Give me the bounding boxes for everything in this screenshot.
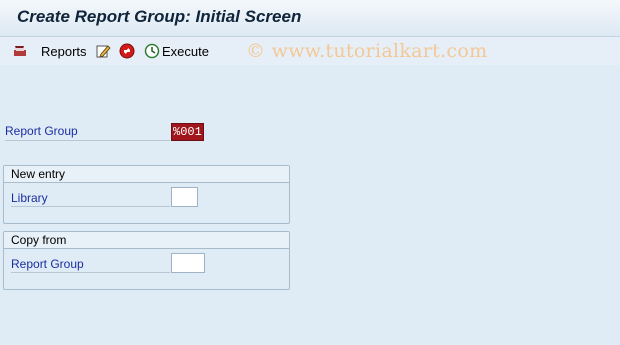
title-bar: Create Report Group: Initial Screen: [0, 0, 620, 37]
new-entry-heading: New entry: [4, 166, 289, 183]
pencil-edit-icon: [95, 43, 111, 59]
watermark: © www.tutorialkart.com: [246, 40, 488, 62]
stop-icon: [119, 43, 135, 59]
library-label: Library: [11, 191, 48, 205]
reports-button[interactable]: Reports: [12, 41, 87, 61]
execute-clock-icon: [144, 43, 160, 59]
report-group-label: Report Group: [5, 124, 78, 138]
field-underline: [11, 206, 170, 207]
field-underline: [11, 272, 170, 273]
page-title: Create Report Group: Initial Screen: [17, 7, 302, 26]
copy-report-group-input[interactable]: [171, 253, 205, 273]
reports-label: Reports: [41, 43, 87, 59]
reports-icon: [12, 43, 28, 59]
copy-report-group-label: Report Group: [11, 257, 84, 271]
execute-button[interactable]: Execute: [144, 41, 209, 61]
change-button[interactable]: [95, 41, 111, 61]
copy-from-heading: Copy from: [4, 232, 289, 249]
library-input[interactable]: [171, 187, 198, 207]
report-group-input[interactable]: %001: [171, 123, 204, 141]
delete-button[interactable]: [119, 41, 135, 61]
execute-label: Execute: [162, 43, 209, 59]
field-underline: [5, 140, 170, 141]
